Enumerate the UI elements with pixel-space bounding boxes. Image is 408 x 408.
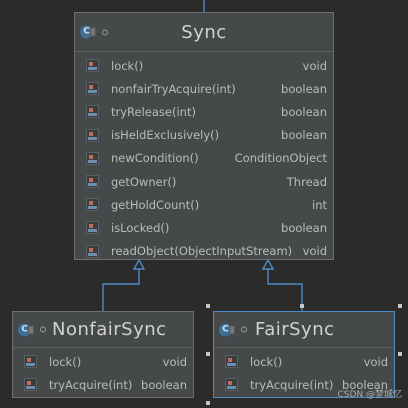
method-return-type: boolean: [281, 81, 327, 96]
visibility-icon: [40, 326, 46, 333]
method-row[interactable]: lock() void: [214, 350, 394, 373]
method-icon: [86, 82, 99, 96]
method-name: readObject(ObjectInputStream): [111, 244, 293, 259]
method-return-type: boolean: [281, 104, 327, 119]
class-header: C FairSync: [214, 312, 394, 348]
class-box-fairsync[interactable]: C FairSync lock() void tryAcquire(int) bool…: [213, 311, 395, 398]
method-row[interactable]: tryAcquire(int) boolean: [13, 373, 193, 396]
method-icon: [225, 378, 238, 392]
class-box-sync[interactable]: C Sync lock() void nonfairTryAcquire(int) b…: [74, 12, 334, 260]
method-icon: [225, 355, 238, 369]
method-list: lock() void tryAcquire(int) boolean: [13, 348, 193, 396]
method-row[interactable]: lock() void: [13, 350, 193, 373]
watermark: CSDN @梦城忆: [337, 390, 402, 400]
selection-handle[interactable]: [206, 304, 210, 308]
method-icon: [86, 105, 99, 119]
method-row[interactable]: readObject(ObjectInputStream) void: [75, 240, 333, 263]
method-name: nonfairTryAcquire(int): [111, 81, 236, 96]
method-return-type: void: [302, 244, 327, 259]
method-name: lock(): [49, 354, 82, 369]
method-name: getOwner(): [111, 174, 177, 189]
method-row[interactable]: newCondition() ConditionObject: [75, 147, 333, 170]
lock-icon: [229, 325, 235, 334]
method-icon: [24, 378, 37, 392]
method-icon: [86, 128, 99, 142]
method-return-type: Thread: [286, 174, 327, 189]
selection-handle[interactable]: [398, 352, 402, 356]
method-name: isHeldExclusively(): [111, 128, 220, 143]
method-row[interactable]: nonfairTryAcquire(int) boolean: [75, 77, 333, 100]
method-icon: [86, 59, 99, 73]
class-header: C NonfairSync: [13, 312, 193, 348]
edge-fair: [267, 268, 303, 311]
class-name: Sync: [181, 21, 227, 43]
method-icon: [86, 151, 99, 165]
method-name: lock(): [111, 58, 144, 73]
method-row[interactable]: getHoldCount() int: [75, 193, 333, 216]
method-name: lock(): [250, 354, 283, 369]
method-name: tryRelease(int): [111, 104, 196, 119]
method-return-type: void: [162, 354, 187, 369]
method-return-type: void: [302, 58, 327, 73]
selection-handle[interactable]: [206, 352, 210, 356]
class-box-nonfairsync[interactable]: C NonfairSync lock() void tryAcquire(int) b…: [12, 311, 194, 398]
method-return-type: boolean: [281, 128, 327, 143]
method-name: isLocked(): [111, 220, 170, 235]
method-icon: [86, 198, 99, 212]
method-icon: [86, 175, 99, 189]
method-return-type: void: [363, 354, 388, 369]
method-name: getHoldCount(): [111, 197, 200, 212]
method-row[interactable]: isHeldExclusively() boolean: [75, 124, 333, 147]
class-name: FairSync: [255, 319, 335, 340]
method-name: tryAcquire(int): [250, 377, 334, 392]
method-return-type: boolean: [141, 377, 187, 392]
method-name: newCondition(): [111, 151, 199, 166]
method-icon: [86, 221, 99, 235]
method-return-type: boolean: [281, 220, 327, 235]
visibility-icon: [102, 29, 108, 35]
class-header: C Sync: [75, 13, 333, 52]
method-row[interactable]: isLocked() boolean: [75, 216, 333, 239]
lock-icon: [28, 325, 34, 334]
visibility-icon: [241, 326, 247, 333]
method-row[interactable]: lock() void: [75, 54, 333, 77]
class-name: NonfairSync: [52, 319, 167, 340]
selection-handle[interactable]: [398, 304, 402, 308]
edge-nonfair: [102, 268, 140, 311]
method-list: lock() void nonfairTryAcquire(int) boolean t…: [75, 52, 333, 263]
selection-handle[interactable]: [206, 401, 210, 405]
method-icon: [86, 244, 99, 258]
lock-icon: [90, 27, 96, 37]
method-return-type: ConditionObject: [234, 151, 327, 166]
method-row[interactable]: getOwner() Thread: [75, 170, 333, 193]
selection-handle[interactable]: [300, 304, 304, 308]
method-row[interactable]: tryRelease(int) boolean: [75, 100, 333, 123]
method-icon: [24, 355, 37, 369]
method-name: tryAcquire(int): [49, 377, 133, 392]
method-return-type: int: [312, 197, 327, 212]
